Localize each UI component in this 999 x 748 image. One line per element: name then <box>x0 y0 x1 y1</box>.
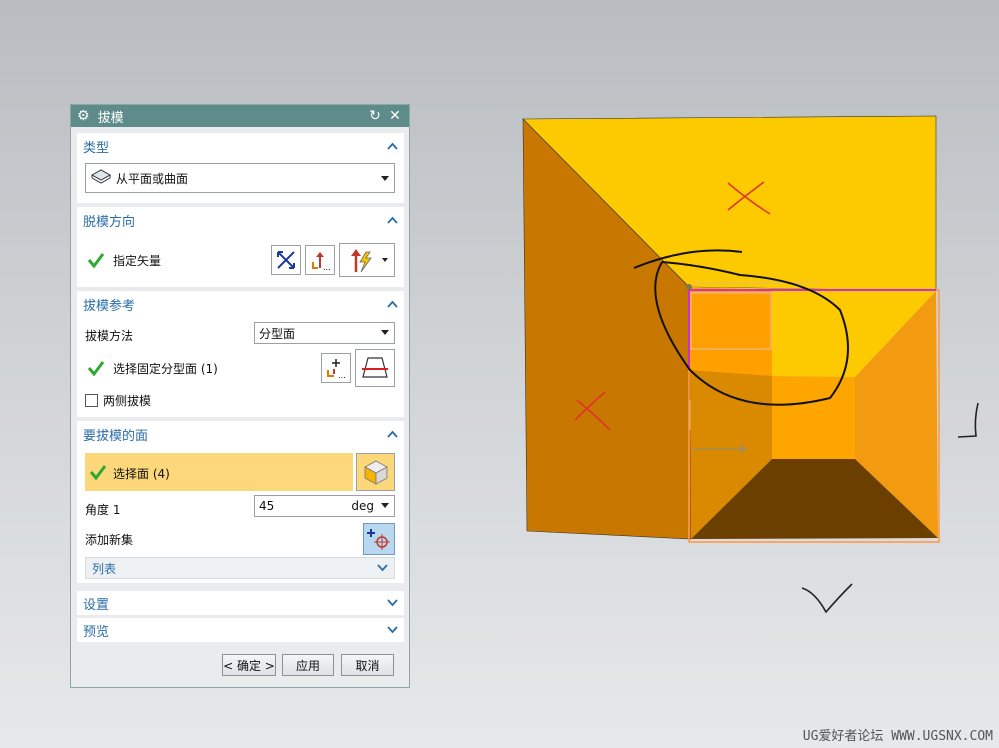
add-new-set-button[interactable] <box>363 523 395 555</box>
chevron-down-icon <box>387 599 398 607</box>
angle-value: 45 <box>259 499 275 513</box>
inferred-vector-button[interactable] <box>339 243 395 277</box>
angle-label: 角度 1 <box>85 503 121 517</box>
annotation-checkmark <box>801 583 853 614</box>
preview-section[interactable]: 预览 <box>77 618 404 642</box>
chevron-up-icon[interactable] <box>386 214 398 226</box>
angle-unit: deg <box>351 499 374 513</box>
draft-method-value: 分型面 <box>259 326 296 341</box>
select-face-button[interactable] <box>356 453 395 491</box>
type-section-title: 类型 <box>83 140 110 156</box>
type-section-header[interactable]: 类型 <box>77 133 404 159</box>
direction-section-header[interactable]: 脱模方向 <box>77 207 404 233</box>
select-face-label: 选择面 (4) <box>113 467 170 481</box>
settings-section-header[interactable]: 设置 <box>77 591 404 615</box>
inferred-vector-icon <box>351 249 372 273</box>
watermark: UG爱好者论坛 WWW.UGSNX.COM <box>802 729 993 744</box>
chevron-down-icon <box>377 564 388 572</box>
type-section: 类型 从平面或曲面 <box>77 133 404 203</box>
draft-method-select[interactable]: 分型面 <box>254 322 395 344</box>
type-select[interactable]: 从平面或曲面 <box>85 163 395 193</box>
faces-section: 要拔模的面 选择面 (4) 角度 1 45 deg 添加新集 列表 <box>77 421 404 583</box>
chevron-up-icon[interactable] <box>386 140 398 152</box>
reverse-direction-icon <box>277 251 295 269</box>
preview-section-title: 预览 <box>83 624 110 640</box>
add-parting-face-button[interactable]: ... <box>321 353 351 383</box>
add-set-crosshair-icon <box>367 529 390 550</box>
reference-section: 拔模参考 拔模方法 分型面 选择固定分型面 (1) ... 两侧拔模 <box>77 291 404 417</box>
angle-input[interactable]: 45 deg <box>254 495 395 517</box>
specify-vector-label: 指定矢量 <box>113 254 162 268</box>
check-icon <box>87 253 105 269</box>
cavity-upper-left-face[interactable] <box>689 287 772 376</box>
preview-section-header[interactable]: 预览 <box>77 618 404 642</box>
parting-face-label: 选择固定分型面 (1) <box>113 362 218 376</box>
cancel-button[interactable]: 取消 <box>341 654 394 676</box>
vector-dialog-button[interactable]: ... <box>305 245 335 275</box>
draft-dialog: ⚙ 拔模 ↻ ✕ 类型 从平面或曲面 脱模方向 指定矢量 ... 拔模参考 拔模… <box>70 104 410 688</box>
reverse-direction-button[interactable] <box>271 245 301 275</box>
face-cube-icon <box>363 460 388 485</box>
apply-button[interactable]: 应用 <box>282 654 334 676</box>
check-icon <box>87 361 105 377</box>
add-set-icon: ... <box>327 359 346 380</box>
settings-section-title: 设置 <box>83 597 110 613</box>
gear-icon[interactable]: ⚙ <box>77 108 90 124</box>
dialog-title: 拔模 <box>97 110 124 126</box>
add-new-set-label: 添加新集 <box>85 533 134 547</box>
graphics-viewport[interactable] <box>420 0 999 748</box>
annotation-side-mark <box>957 402 979 438</box>
dialog-titlebar: ⚙ 拔模 ↻ ✕ <box>71 105 409 127</box>
draft-method-label: 拔模方法 <box>85 329 134 343</box>
origin-point <box>686 284 692 290</box>
close-icon[interactable]: ✕ <box>387 108 403 124</box>
ok-button[interactable]: < 确定 > <box>222 654 276 676</box>
chevron-up-icon[interactable] <box>386 298 398 310</box>
parting-face-icon <box>362 357 388 378</box>
cavity-inner-wall[interactable] <box>772 376 855 459</box>
list-row[interactable]: 列表 <box>85 557 395 579</box>
check-icon <box>89 465 107 481</box>
svg-text:...: ... <box>323 263 331 272</box>
reference-section-header[interactable]: 拔模参考 <box>77 291 404 317</box>
faces-section-title: 要拔模的面 <box>83 428 149 444</box>
faces-section-header[interactable]: 要拔模的面 <box>77 421 404 447</box>
parting-face-button[interactable] <box>355 349 395 387</box>
both-sides-checkbox[interactable] <box>85 394 98 407</box>
list-label: 列表 <box>92 561 117 576</box>
plane-surface-icon <box>90 168 112 189</box>
chevron-down-icon <box>387 626 398 634</box>
reference-section-title: 拔模参考 <box>83 298 136 314</box>
svg-text:...: ... <box>338 371 346 380</box>
chevron-down-icon <box>382 258 388 262</box>
settings-section[interactable]: 设置 <box>77 591 404 615</box>
both-sides-label: 两侧拔模 <box>103 394 152 408</box>
direction-section: 脱模方向 指定矢量 ... <box>77 207 404 287</box>
chevron-up-icon[interactable] <box>386 428 398 440</box>
reset-icon[interactable]: ↻ <box>367 108 383 124</box>
type-select-value: 从平面或曲面 <box>116 171 189 186</box>
direction-section-title: 脱模方向 <box>83 214 136 230</box>
vector-dialog-icon: ... <box>312 252 331 272</box>
